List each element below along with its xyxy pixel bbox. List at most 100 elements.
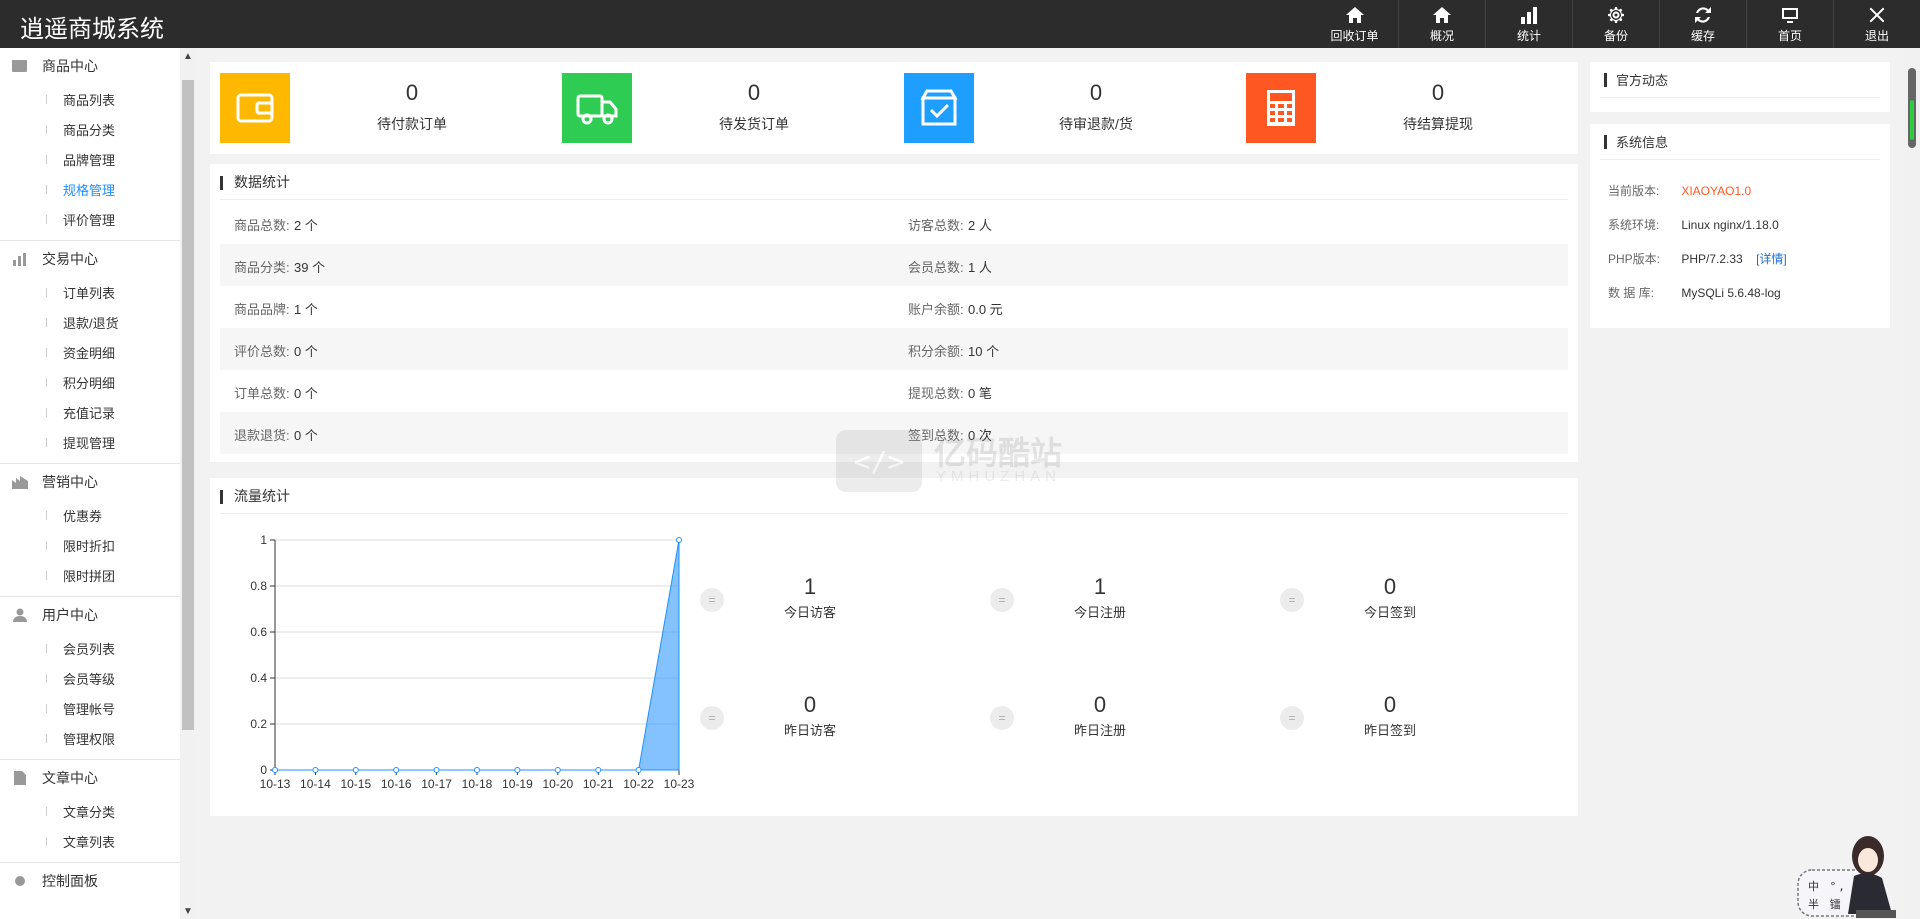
mascot-widget[interactable]: 中 °, 半 镭: [1796, 826, 1920, 919]
sidebar-item-recharge[interactable]: 充值记录: [0, 397, 180, 427]
marketing-icon: [12, 475, 28, 489]
stat-value: 0 笔: [968, 386, 992, 401]
data-stats-panel: 数据统计 商品总数: 2 个访客总数: 2 人商品分类: 39 个会员总数: 1 人商品…: [210, 164, 1578, 462]
data-point: [514, 767, 521, 773]
data-point: [312, 767, 319, 773]
nav-logout[interactable]: 退出: [1833, 0, 1920, 48]
nav-label: 退出: [1864, 28, 1889, 43]
scroll-down-icon[interactable]: ▼: [180, 903, 196, 919]
stat-label: 商品分类:: [234, 260, 290, 275]
nav-recycle-orders[interactable]: 回收订单: [1311, 0, 1398, 48]
sidebar-item-coupon[interactable]: 优惠券: [0, 500, 180, 530]
sidebar-item-label: 品牌管理: [63, 152, 116, 168]
nav-home[interactable]: 首页: [1746, 0, 1833, 48]
sidebar-item-points[interactable]: 积分明细: [0, 367, 180, 397]
sidebar-item-admin-accounts[interactable]: 管理帐号: [0, 693, 180, 723]
data-point: [433, 767, 440, 773]
traffic-panel: 流量统计 0 0.2 0.4 0.6 0.8 1 10-13 10-14 10-15 10-16 1…: [210, 478, 1578, 816]
sidebar-item-label: 充值记录: [63, 405, 116, 421]
sidebar-item-goods-category[interactable]: 商品分类: [0, 114, 180, 144]
nav-label: 回收订单: [1330, 28, 1379, 43]
traffic-stat-value: 1: [803, 574, 817, 599]
traffic-stat: 0 昨日注册: [1000, 692, 1200, 739]
menu-group-title[interactable]: 商品中心: [0, 48, 180, 84]
stats-row: 订单总数: 0 个 提现总数: 0 笔: [220, 370, 1568, 412]
gear-icon: [1608, 6, 1624, 23]
nav-cache[interactable]: 缓存: [1659, 0, 1746, 48]
sidebar-item-label: 优惠券: [63, 508, 103, 524]
menu-group-title[interactable]: 营销中心: [0, 464, 180, 500]
sidebar-item-funds[interactable]: 资金明细: [0, 337, 180, 367]
menu-group-title[interactable]: 控制面板: [0, 863, 180, 899]
sidebar-item-label: 积分明细: [63, 375, 116, 391]
nav-overview[interactable]: 概况: [1398, 0, 1485, 48]
sidebar-item-review[interactable]: 评价管理: [0, 204, 180, 234]
stats-row: 商品品牌: 1 个 账户余额: 0.0 元: [220, 286, 1568, 328]
sidebar-item-label: 会员等级: [63, 671, 116, 687]
traffic-stat-value: 0: [1383, 692, 1397, 717]
sidebar-item-article-category[interactable]: 文章分类: [0, 796, 180, 826]
menu-group-trade: 交易中心 订单列表 退款/退货 资金明细 积分明细 充值记录 提现管理: [0, 241, 180, 464]
sidebar-item-goods-list[interactable]: 商品列表: [0, 84, 180, 114]
y-tick-label: 0.2: [250, 717, 267, 731]
watermark-logo: </>: [836, 430, 922, 492]
menu-group-label: 营销中心: [42, 474, 98, 490]
menu-group-label: 用户中心: [42, 607, 98, 623]
news-panel: 官方动态: [1590, 62, 1890, 112]
refresh-icon: [1695, 6, 1711, 23]
menu-group-title[interactable]: 交易中心: [0, 241, 180, 277]
sidebar-item-member-levels[interactable]: 会员等级: [0, 663, 180, 693]
sidebar-scrollbar[interactable]: ▲ ▼: [180, 48, 196, 919]
page-scrollbar[interactable]: [1904, 48, 1920, 919]
home-icon: [1345, 6, 1364, 23]
monitor-icon: [1782, 7, 1798, 23]
pending-payment-count: 0: [405, 80, 419, 105]
sidebar-item-spec[interactable]: 规格管理: [0, 174, 180, 204]
nav-label: 统计: [1516, 28, 1541, 43]
sidebar-item-orders[interactable]: 订单列表: [0, 277, 180, 307]
sidebar-item-discount[interactable]: 限时折扣: [0, 530, 180, 560]
stat-value: 0 个: [294, 428, 318, 443]
nav-backup[interactable]: 备份: [1572, 0, 1659, 48]
pending-shipment-card[interactable]: 0 待发货订单: [552, 62, 894, 152]
info-label: 当前版本:: [1608, 184, 1660, 198]
sidebar-scroll-thumb[interactable]: [182, 80, 194, 730]
pending-refund-card[interactable]: 0 待审退款/货: [894, 62, 1236, 152]
menu-group-title[interactable]: 文章中心: [0, 760, 180, 796]
sidebar-item-brand[interactable]: 品牌管理: [0, 144, 180, 174]
sidebar-item-article-list[interactable]: 文章列表: [0, 826, 180, 856]
sidebar-item-label: 文章分类: [63, 804, 116, 820]
close-icon: [1869, 7, 1885, 22]
x-tick-label: 10-13: [260, 777, 291, 791]
stats-row: 评价总数: 0 个 积分余额: 10 个: [220, 328, 1568, 370]
pending-settlement-card[interactable]: 0 待结算提现: [1236, 62, 1578, 152]
y-tick-label: 0: [260, 763, 267, 777]
traffic-stat-label: 昨日签到: [1363, 723, 1416, 738]
menu-group-label: 文章中心: [42, 770, 98, 786]
database-value: MySQLi 5.6.48-log: [1681, 286, 1781, 300]
stat-value: 0 个: [294, 386, 318, 401]
pending-payment-card[interactable]: 0 待付款订单: [210, 62, 552, 152]
stat-value: 1 个: [294, 302, 318, 317]
php-version-value: PHP/7.2.33: [1681, 252, 1743, 266]
menu-group-title[interactable]: 用户中心: [0, 597, 180, 633]
stat-label: 访客总数:: [908, 218, 964, 233]
stat-value: 2 人: [968, 218, 992, 233]
data-point: [272, 767, 278, 773]
stat-value: 2 个: [294, 218, 318, 233]
x-tick-label: 10-16: [381, 777, 412, 791]
nav-statistics[interactable]: 统计: [1485, 0, 1572, 48]
watermark: </> 亿码酷站 YMHUZHAN: [836, 426, 1086, 496]
sidebar-item-label: 文章列表: [63, 834, 116, 850]
sidebar-item-group-buy[interactable]: 限时拼团: [0, 560, 180, 590]
x-tick-label: 10-22: [623, 777, 654, 791]
php-details-link[interactable]: [详情]: [1756, 252, 1787, 266]
sidebar-item-permissions[interactable]: 管理权限: [0, 723, 180, 753]
sidebar-item-members[interactable]: 会员列表: [0, 633, 180, 663]
sidebar-item-refunds[interactable]: 退款/退货: [0, 307, 180, 337]
scroll-up-icon[interactable]: ▲: [180, 48, 196, 64]
stats-row: 商品分类: 39 个 会员总数: 1 人: [220, 244, 1568, 286]
sidebar-item-withdraw[interactable]: 提现管理: [0, 427, 180, 457]
sidebar-item-label: 限时拼团: [63, 568, 116, 584]
traffic-stat-value: 0: [1093, 692, 1107, 717]
